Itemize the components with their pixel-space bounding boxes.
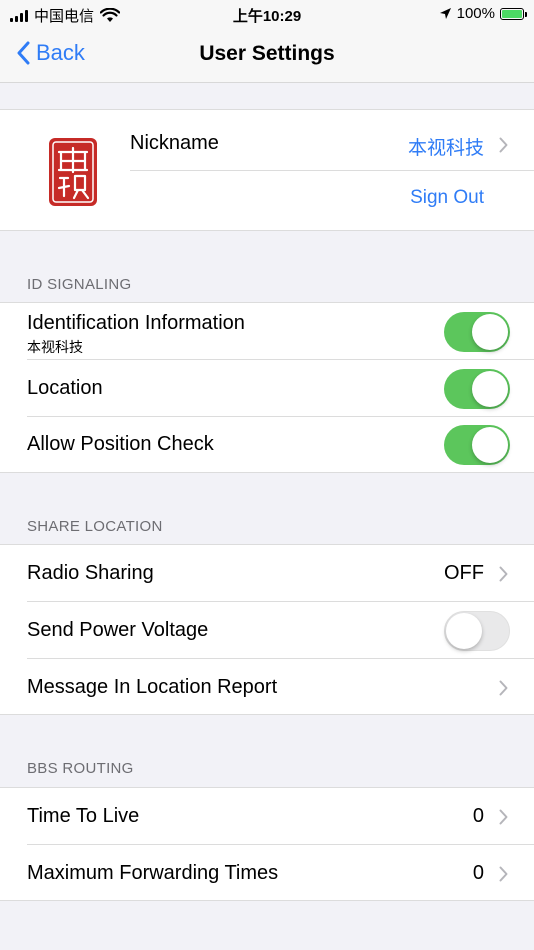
message-in-location-report-row[interactable]: Message In Location Report: [0, 659, 534, 715]
chevron-right-icon[interactable]: [499, 866, 508, 882]
toggle-knob: [472, 427, 508, 463]
radio-sharing-row[interactable]: Radio Sharing OFF: [0, 545, 534, 602]
section-header-share-location: SHARE LOCATION: [27, 518, 163, 535]
page-title: User Settings: [199, 42, 335, 65]
navigation-bar: Back User Settings: [0, 28, 534, 83]
send-power-voltage-label: Send Power Voltage: [27, 619, 209, 641]
nickname-value[interactable]: 本视科技: [408, 133, 484, 160]
chevron-right-icon[interactable]: [499, 680, 508, 696]
profile-section: Nickname 本视科技 Sign Out: [0, 109, 534, 231]
message-in-location-report-label: Message In Location Report: [27, 676, 278, 698]
maximum-forwarding-times-row[interactable]: Maximum Forwarding Times 0: [0, 845, 534, 901]
separator: [130, 170, 534, 171]
radio-sharing-value: OFF: [444, 562, 484, 584]
bbs-routing-section: Time To Live 0 Maximum Forwarding Times …: [0, 787, 534, 901]
identification-information-label: Identification Information: [27, 312, 245, 334]
share-location-section: Radio Sharing OFF Send Power Voltage Mes…: [0, 544, 534, 715]
toggle-knob: [472, 314, 508, 350]
battery-icon: [500, 7, 527, 20]
radio-sharing-label: Radio Sharing: [27, 562, 154, 584]
identification-information-sub: 本视科技: [27, 339, 83, 355]
maximum-forwarding-times-value: 0: [472, 862, 484, 884]
toggle-knob: [446, 613, 482, 649]
id-signaling-section: Identification Information 本视科技 Location…: [0, 302, 534, 473]
send-power-voltage-toggle[interactable]: [444, 611, 510, 651]
allow-position-check-row[interactable]: Allow Position Check: [0, 417, 534, 473]
send-power-voltage-row[interactable]: Send Power Voltage: [0, 602, 534, 659]
time-to-live-row[interactable]: Time To Live 0: [0, 788, 534, 845]
maximum-forwarding-times-label: Maximum Forwarding Times: [27, 862, 279, 884]
battery-percent: 100%: [456, 5, 495, 22]
toggle-knob: [472, 371, 508, 407]
allow-position-check-label: Allow Position Check: [27, 433, 214, 455]
chevron-right-icon[interactable]: [499, 137, 508, 153]
identification-information-toggle[interactable]: [444, 312, 510, 352]
status-right: 100%: [439, 5, 527, 22]
chevron-right-icon[interactable]: [499, 566, 508, 582]
status-bar: 中国电信 上午10:29 100%: [0, 0, 534, 28]
time-to-live-label: Time To Live: [27, 805, 140, 827]
identification-information-row[interactable]: Identification Information 本视科技: [0, 303, 534, 360]
location-row[interactable]: Location: [0, 360, 534, 417]
nickname-label: Nickname: [130, 132, 219, 154]
battery-fill: [502, 9, 522, 18]
sign-out-button[interactable]: Sign Out: [410, 187, 484, 209]
location-toggle[interactable]: [444, 369, 510, 409]
time-to-live-value: 0: [472, 805, 484, 827]
section-header-id-signaling: ID SIGNALING: [27, 276, 132, 293]
avatar-seal-icon: [49, 138, 97, 206]
location-arrow-icon: [439, 8, 451, 19]
allow-position-check-toggle[interactable]: [444, 425, 510, 465]
location-label: Location: [27, 377, 103, 399]
chevron-right-icon[interactable]: [499, 809, 508, 825]
section-header-bbs-routing: BBS ROUTING: [27, 760, 134, 777]
